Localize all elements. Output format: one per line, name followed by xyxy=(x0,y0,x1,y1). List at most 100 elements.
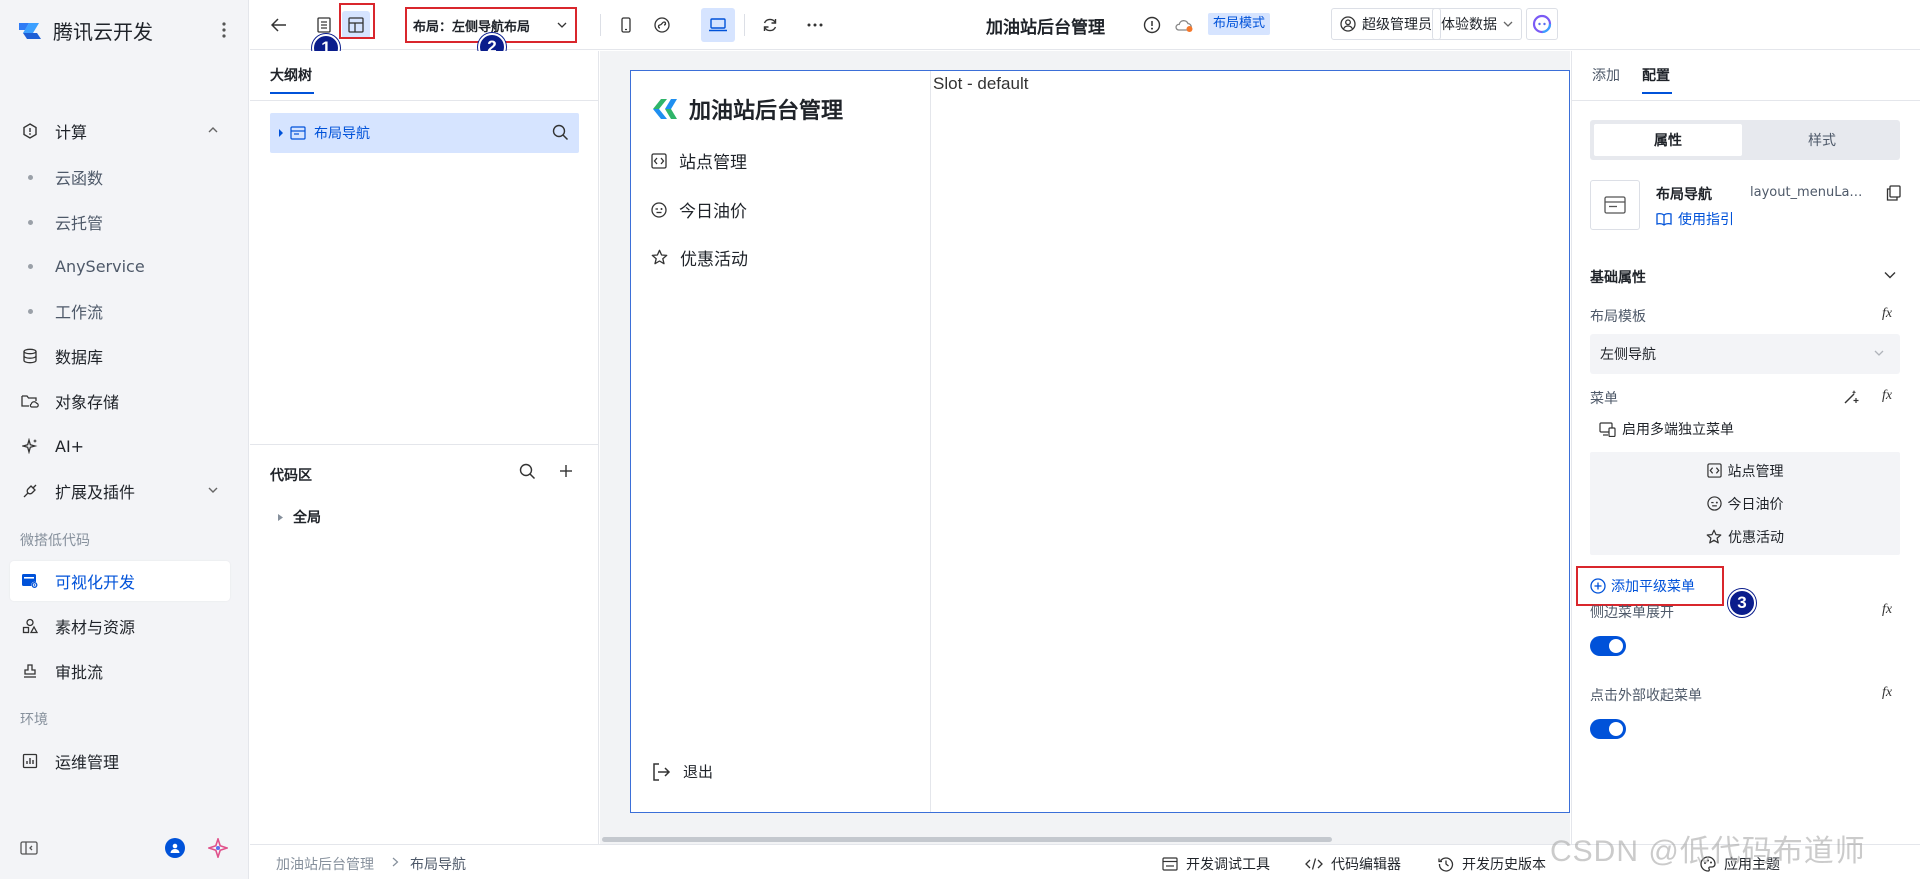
toggle-knob xyxy=(1609,722,1623,736)
segment-style[interactable]: 样式 xyxy=(1748,124,1896,156)
canvas-frame[interactable]: 加油站后台管理 站点管理 今日油价 优惠活动 退出 Slot - default xyxy=(630,70,1570,813)
database-icon xyxy=(20,346,40,366)
usage-guide-link[interactable]: 使用指引 xyxy=(1656,209,1734,229)
click-outside-toggle[interactable] xyxy=(1590,719,1626,739)
config-menu-item-label: 优惠活动 xyxy=(1728,529,1784,546)
ai-star-icon[interactable] xyxy=(208,838,228,858)
config-menu-item-station[interactable]: 站点管理 xyxy=(1590,452,1900,489)
refresh-icon[interactable] xyxy=(756,11,784,39)
nav-assets[interactable]: 素材与资源 xyxy=(10,606,230,646)
app-brand[interactable]: 加油站后台管理 xyxy=(651,93,843,125)
search-icon[interactable] xyxy=(519,463,536,480)
add-sibling-menu-button[interactable]: 添加平级菜单 xyxy=(1576,566,1724,606)
nav-visual-dev[interactable]: 可视化开发 xyxy=(10,561,230,601)
magic-wand-icon[interactable] xyxy=(1843,389,1859,405)
hexagon-alert-icon xyxy=(20,121,40,141)
top-toolbar: 1 布局：左侧导航布局 2 加油站后台管理 布局模式 超级管理员 体验数据 xyxy=(250,0,1920,62)
fx-icon[interactable]: fx xyxy=(1882,306,1892,322)
app-menu-label: 站点管理 xyxy=(679,153,747,173)
chevron-down-icon xyxy=(1503,20,1513,28)
fx-icon[interactable]: fx xyxy=(1882,388,1892,404)
app-menu-promotion[interactable]: 优惠活动 xyxy=(651,245,748,270)
logout-label: 退出 xyxy=(683,763,714,781)
bullet-dot xyxy=(28,308,33,314)
config-menu-item-promotion[interactable]: 优惠活动 xyxy=(1590,518,1900,555)
app-menu-station[interactable]: 站点管理 xyxy=(651,148,747,173)
chevron-down-icon[interactable] xyxy=(1884,271,1896,279)
nav-database-label: 数据库 xyxy=(55,348,104,367)
breadcrumb-component[interactable]: 布局导航 xyxy=(410,854,466,874)
more-horizontal-icon[interactable] xyxy=(801,11,829,39)
segment-props[interactable]: 属性 xyxy=(1594,124,1742,156)
nav-workflow[interactable]: 工作流 xyxy=(10,291,230,331)
slot-default[interactable]: Slot - default xyxy=(933,74,1028,94)
nav-database[interactable]: 数据库 xyxy=(10,336,230,376)
role-button[interactable]: 超级管理员 xyxy=(1331,8,1441,40)
nav-compute-label: 计算 xyxy=(55,123,88,142)
usage-guide-label: 使用指引 xyxy=(1678,212,1734,228)
config-menu-item-price[interactable]: 今日油价 xyxy=(1590,485,1900,522)
collapse-sidebar-icon[interactable] xyxy=(20,840,38,856)
fx-icon[interactable]: fx xyxy=(1882,602,1892,618)
add-plus-icon[interactable] xyxy=(559,464,573,478)
user-avatar-icon[interactable] xyxy=(165,838,185,858)
data-select[interactable]: 体验数据 xyxy=(1432,8,1522,40)
back-arrow-icon[interactable] xyxy=(265,11,293,39)
breadcrumb-app[interactable]: 加油站后台管理 xyxy=(276,854,374,874)
nav-ops[interactable]: 运维管理 xyxy=(10,741,230,781)
chevron-down-icon xyxy=(1874,349,1884,357)
fx-icon[interactable]: fx xyxy=(1882,685,1892,701)
nav-approval[interactable]: 审批流 xyxy=(10,651,230,691)
logout-button[interactable]: 退出 xyxy=(651,761,713,782)
copy-icon[interactable] xyxy=(1886,185,1901,201)
nav-cloud-functions[interactable]: 云函数 xyxy=(10,157,230,197)
mobile-device-icon[interactable] xyxy=(612,11,640,39)
more-vertical-icon[interactable] xyxy=(214,18,234,42)
scrollbar-thumb[interactable] xyxy=(602,837,1332,842)
code-editor-button[interactable]: 代码编辑器 xyxy=(1305,854,1401,874)
tree-node-layout-nav[interactable]: 布局导航 xyxy=(270,113,579,153)
layout-template-select[interactable]: 左侧导航 xyxy=(1590,334,1900,374)
nav-object-storage[interactable]: 对象存储 xyxy=(10,381,230,421)
caret-right-icon[interactable] xyxy=(278,129,284,137)
cloudbase-logo-icon xyxy=(17,19,43,41)
ai-assistant-button[interactable] xyxy=(1526,8,1558,40)
search-icon[interactable] xyxy=(552,124,569,141)
app-side-menu[interactable]: 加油站后台管理 站点管理 今日油价 优惠活动 退出 xyxy=(631,71,931,812)
nav-cloud-hosting[interactable]: 云托管 xyxy=(10,202,230,242)
cloud-status-icon[interactable] xyxy=(1170,11,1198,39)
miniprogram-icon[interactable] xyxy=(648,11,676,39)
layout-component-icon xyxy=(290,126,306,140)
field-label-click-outside: 点击外部收起菜单 xyxy=(1590,688,1702,704)
app-logo-icon xyxy=(651,97,679,121)
brand[interactable]: 腾讯云开发 xyxy=(17,14,153,46)
tab-add[interactable]: 添加 xyxy=(1592,65,1620,85)
tab-outline[interactable]: 大纲树 xyxy=(270,65,312,85)
horizontal-scrollbar[interactable] xyxy=(600,835,1570,844)
toggle-knob xyxy=(1609,639,1623,653)
info-alert-icon[interactable] xyxy=(1138,11,1166,39)
dev-debug-tool-button[interactable]: 开发调试工具 xyxy=(1162,854,1270,874)
shapes-icon xyxy=(20,616,40,636)
logout-icon xyxy=(651,762,671,782)
config-panel: 添加 配置 属性 样式 布局导航 layout_menuLayout1 使用指引… xyxy=(1571,51,1920,844)
watermark: CSDN @低代码布道师 xyxy=(1550,835,1866,868)
tab-underline xyxy=(270,92,314,94)
tab-underline xyxy=(1642,92,1672,94)
app-menu-price[interactable]: 今日油价 xyxy=(651,197,747,222)
code-node-global[interactable]: 全局 xyxy=(278,507,321,527)
dev-history-button[interactable]: 开发历史版本 xyxy=(1438,854,1546,874)
nav-extensions[interactable]: 扩展及插件 xyxy=(10,471,230,511)
side-expand-toggle[interactable] xyxy=(1590,636,1626,656)
multi-device-menu-toggle[interactable]: 启用多端独立菜单 xyxy=(1599,419,1734,439)
caret-right-icon[interactable] xyxy=(278,513,283,521)
nav-ai-plus[interactable]: AI+ xyxy=(10,426,230,466)
nav-any-service[interactable]: AnyService xyxy=(10,246,230,286)
section-basic-props[interactable]: 基础属性 xyxy=(1590,267,1646,287)
nav-compute[interactable]: 计算 xyxy=(10,111,230,151)
nav-workflow-label: 工作流 xyxy=(55,303,104,322)
desktop-device-icon[interactable] xyxy=(701,8,735,42)
tab-config[interactable]: 配置 xyxy=(1642,65,1670,85)
nav-cloud-hosting-label: 云托管 xyxy=(55,214,104,233)
layout-view-icon[interactable] xyxy=(342,11,370,39)
